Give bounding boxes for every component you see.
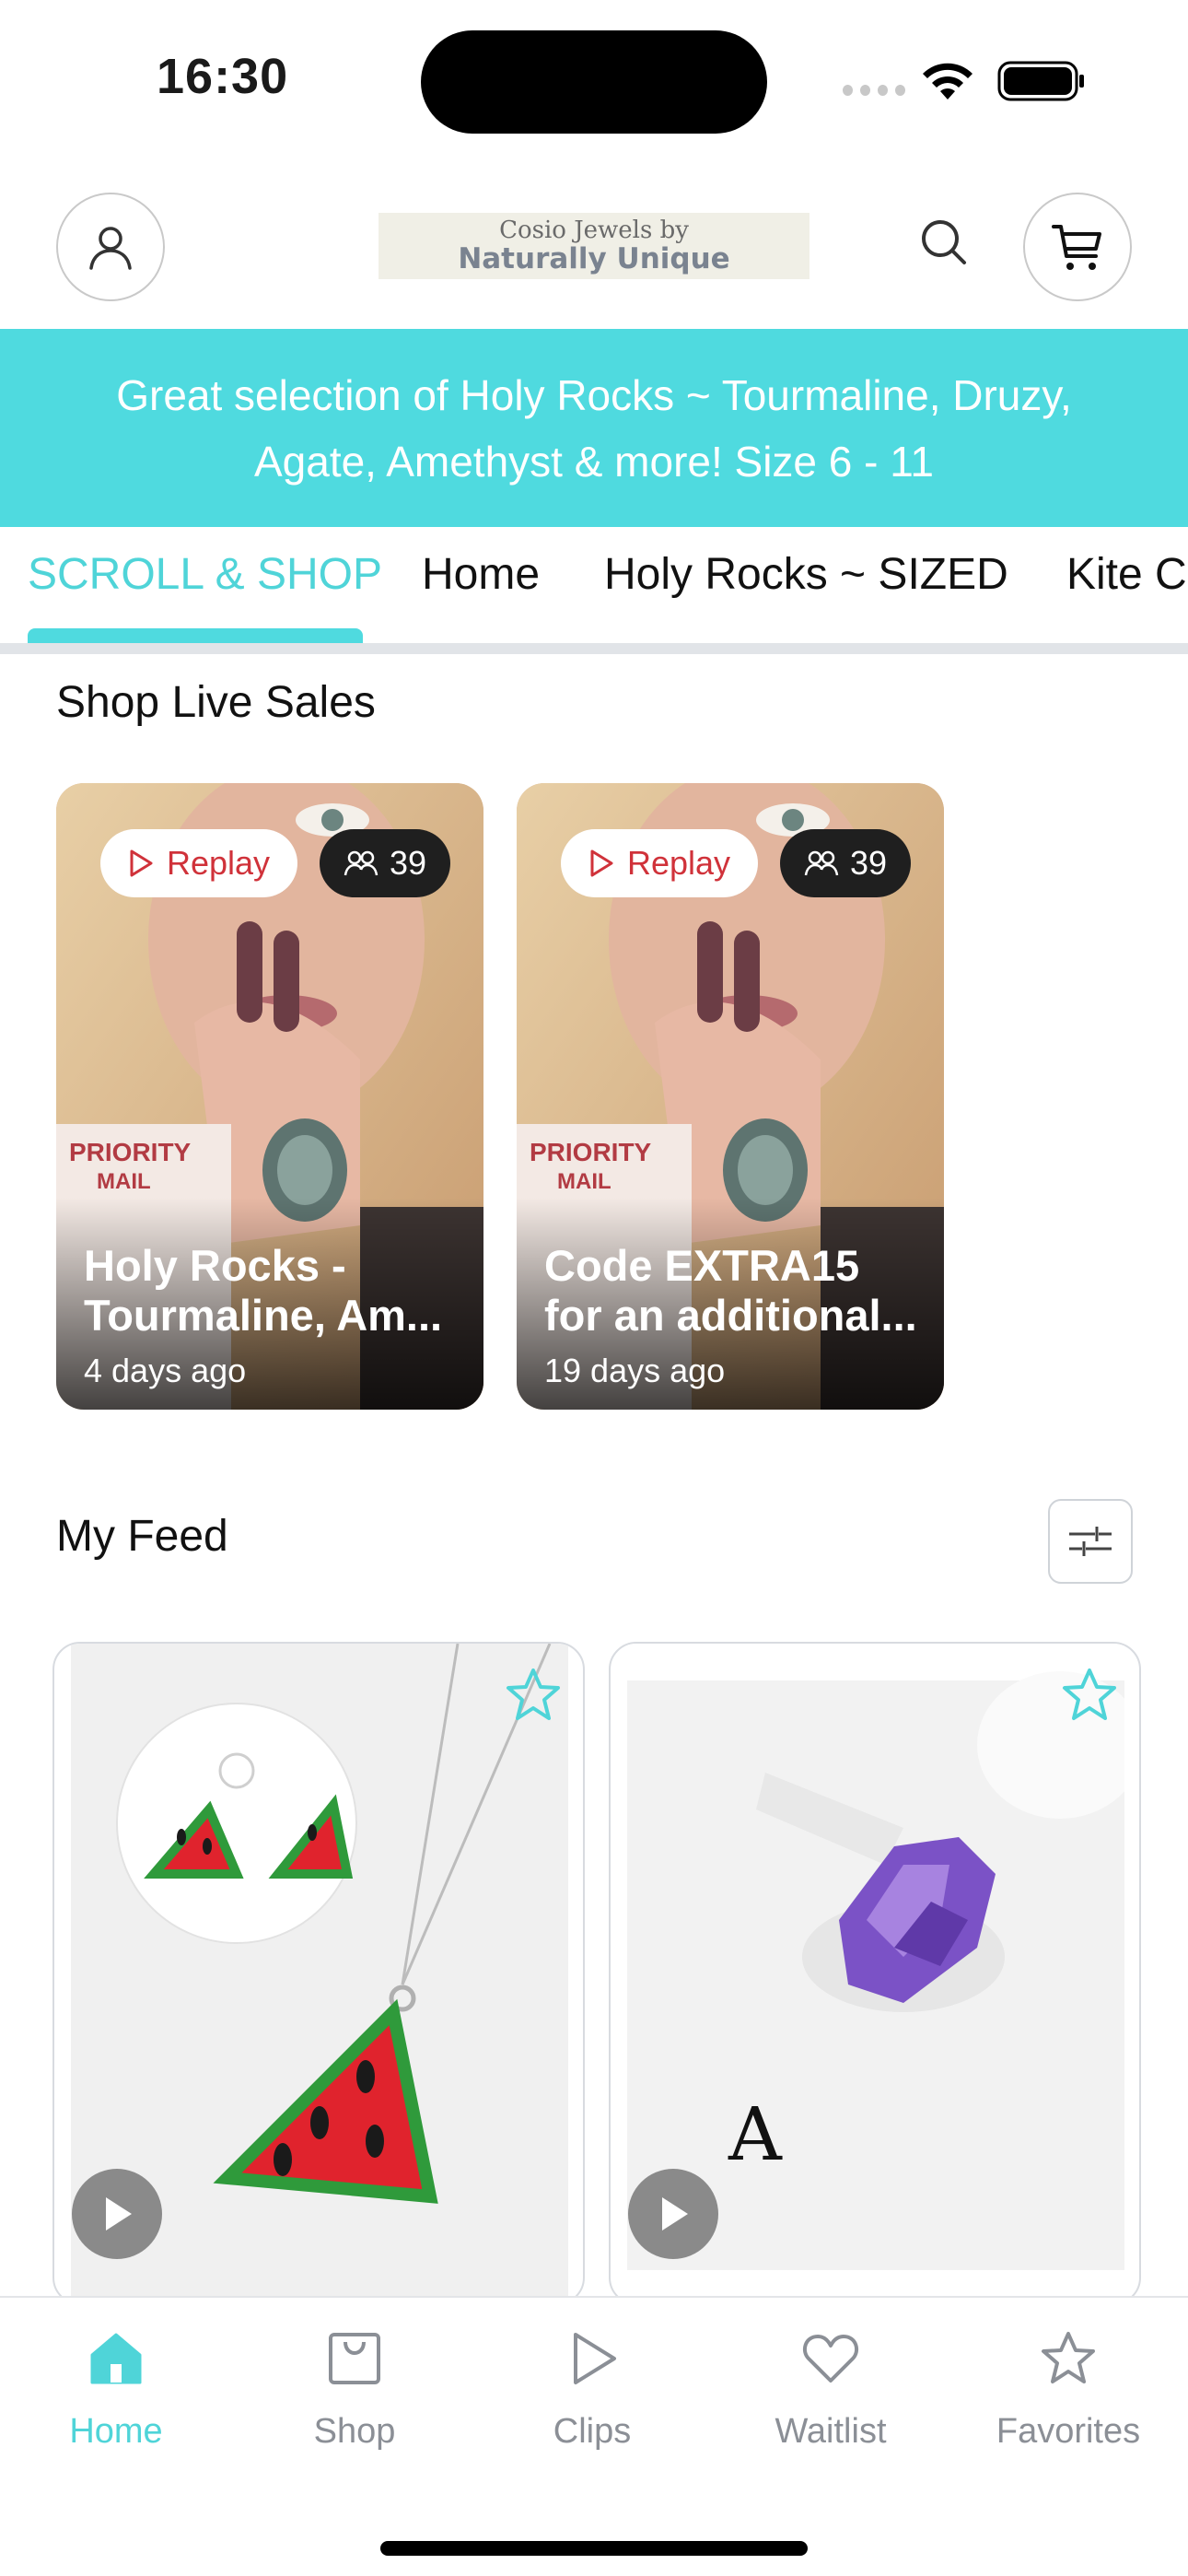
status-bar: 16:30 [0,0,1188,157]
dynamic-island [421,30,767,134]
home-indicator[interactable] [380,2541,808,2556]
viewers-count: 39 [389,844,427,882]
heart-icon [802,2335,859,2383]
home-icon [90,2333,142,2384]
viewers-icon [804,850,839,876]
star-outline-icon [1063,1669,1116,1720]
category-tabs: SCROLL & SHOP Home Holy Rocks ~ SIZED Ki… [0,527,1188,654]
star-outline-icon [507,1669,560,1720]
play-icon [662,2197,688,2231]
feed-card[interactable] [52,1642,585,2305]
nav-clips[interactable]: Clips [500,2325,684,2473]
replay-badge[interactable]: Replay [561,829,758,897]
live-sale-title-line2: for an additional... [544,1291,917,1340]
live-sale-title: Code EXTRA15 for an additional... [544,1241,922,1341]
cart-icon [1052,225,1101,270]
search-button[interactable] [914,212,974,273]
live-sale-title-line1: Holy Rocks - [84,1241,346,1290]
account-button[interactable] [56,193,165,301]
bottom-nav: Home Shop Clips Waitlist Favorites [0,2296,1188,2576]
signal-icon [843,85,905,98]
nav-clips-label: Clips [553,2412,632,2451]
live-sale-card[interactable]: PRIORITY MAIL Replay 39 Holy Rocks - Tou… [56,783,483,1410]
play-video-button[interactable] [628,2169,718,2259]
promo-banner[interactable]: Great selection of Holy Rocks ~ Tourmali… [0,329,1188,527]
svg-text:A: A [728,2091,783,2177]
viewers-badge: 39 [320,829,450,897]
store-logo[interactable]: Cosio Jewels by Naturally Unique [379,213,809,279]
sliders-icon [1069,1527,1112,1556]
live-sales-title: Shop Live Sales [56,678,376,727]
viewers-count: 39 [849,844,888,882]
svg-text:MAIL: MAIL [97,1169,151,1194]
search-icon [922,220,966,264]
star-icon [1042,2332,1095,2383]
replay-label: Replay [166,844,271,882]
shop-icon [329,2333,380,2384]
nav-home[interactable]: Home [24,2325,208,2473]
banner-text: Great selection of Holy Rocks ~ Tourmali… [116,370,1072,486]
nav-shop-label: Shop [313,2412,396,2451]
battery-icon [997,61,1084,101]
nav-waitlist-label: Waitlist [775,2412,887,2451]
live-sale-card[interactable]: PRIORITY MAIL Replay 39 Code EXTRA15 for… [517,783,944,1410]
feed-filter-button[interactable] [1048,1499,1133,1584]
tab-scroll-and-shop[interactable]: SCROLL & SHOP [28,549,382,641]
wifi-icon [923,63,973,100]
favorite-button[interactable] [1056,1662,1123,1728]
tab-holy-rocks-sized[interactable]: Holy Rocks ~ SIZED [604,549,1008,641]
viewers-icon [344,850,379,876]
favorite-button[interactable] [500,1662,566,1728]
live-sale-title: Holy Rocks - Tourmaline, Am... [84,1241,461,1341]
svg-text:PRIORITY: PRIORITY [69,1138,192,1166]
clips-icon [574,2333,616,2384]
nav-waitlist[interactable]: Waitlist [739,2325,923,2473]
feed-card[interactable]: A [609,1642,1141,2305]
tabs-divider [0,643,1188,654]
live-sale-title-line2: Tourmaline, Am... [84,1291,443,1340]
play-video-button[interactable] [72,2169,162,2259]
nav-shop[interactable]: Shop [262,2325,447,2473]
replay-badge[interactable]: Replay [100,829,297,897]
logo-line1: Cosio Jewels by [499,217,689,244]
svg-text:MAIL: MAIL [557,1169,611,1194]
viewers-badge: 39 [780,829,911,897]
header: Cosio Jewels by Naturally Unique [0,184,1188,330]
feed-title: My Feed [56,1512,228,1561]
live-sale-time: 19 days ago [544,1352,726,1389]
play-outline-icon [130,849,153,877]
logo-line2: Naturally Unique [458,242,730,275]
tab-kite[interactable]: Kite C [1066,549,1187,641]
nav-home-label: Home [69,2412,163,2451]
live-sale-time: 4 days ago [84,1352,247,1389]
play-icon [106,2197,132,2231]
status-time: 16:30 [157,49,289,104]
tab-home[interactable]: Home [422,549,540,641]
cart-button[interactable] [1023,193,1132,301]
replay-label: Replay [626,844,731,882]
play-outline-icon [590,849,613,877]
nav-favorites[interactable]: Favorites [976,2325,1160,2473]
svg-text:PRIORITY: PRIORITY [530,1138,652,1166]
nav-favorites-label: Favorites [996,2412,1141,2451]
account-icon [89,227,132,270]
live-sale-title-line1: Code EXTRA15 [544,1241,860,1290]
active-tab-indicator [28,628,363,643]
